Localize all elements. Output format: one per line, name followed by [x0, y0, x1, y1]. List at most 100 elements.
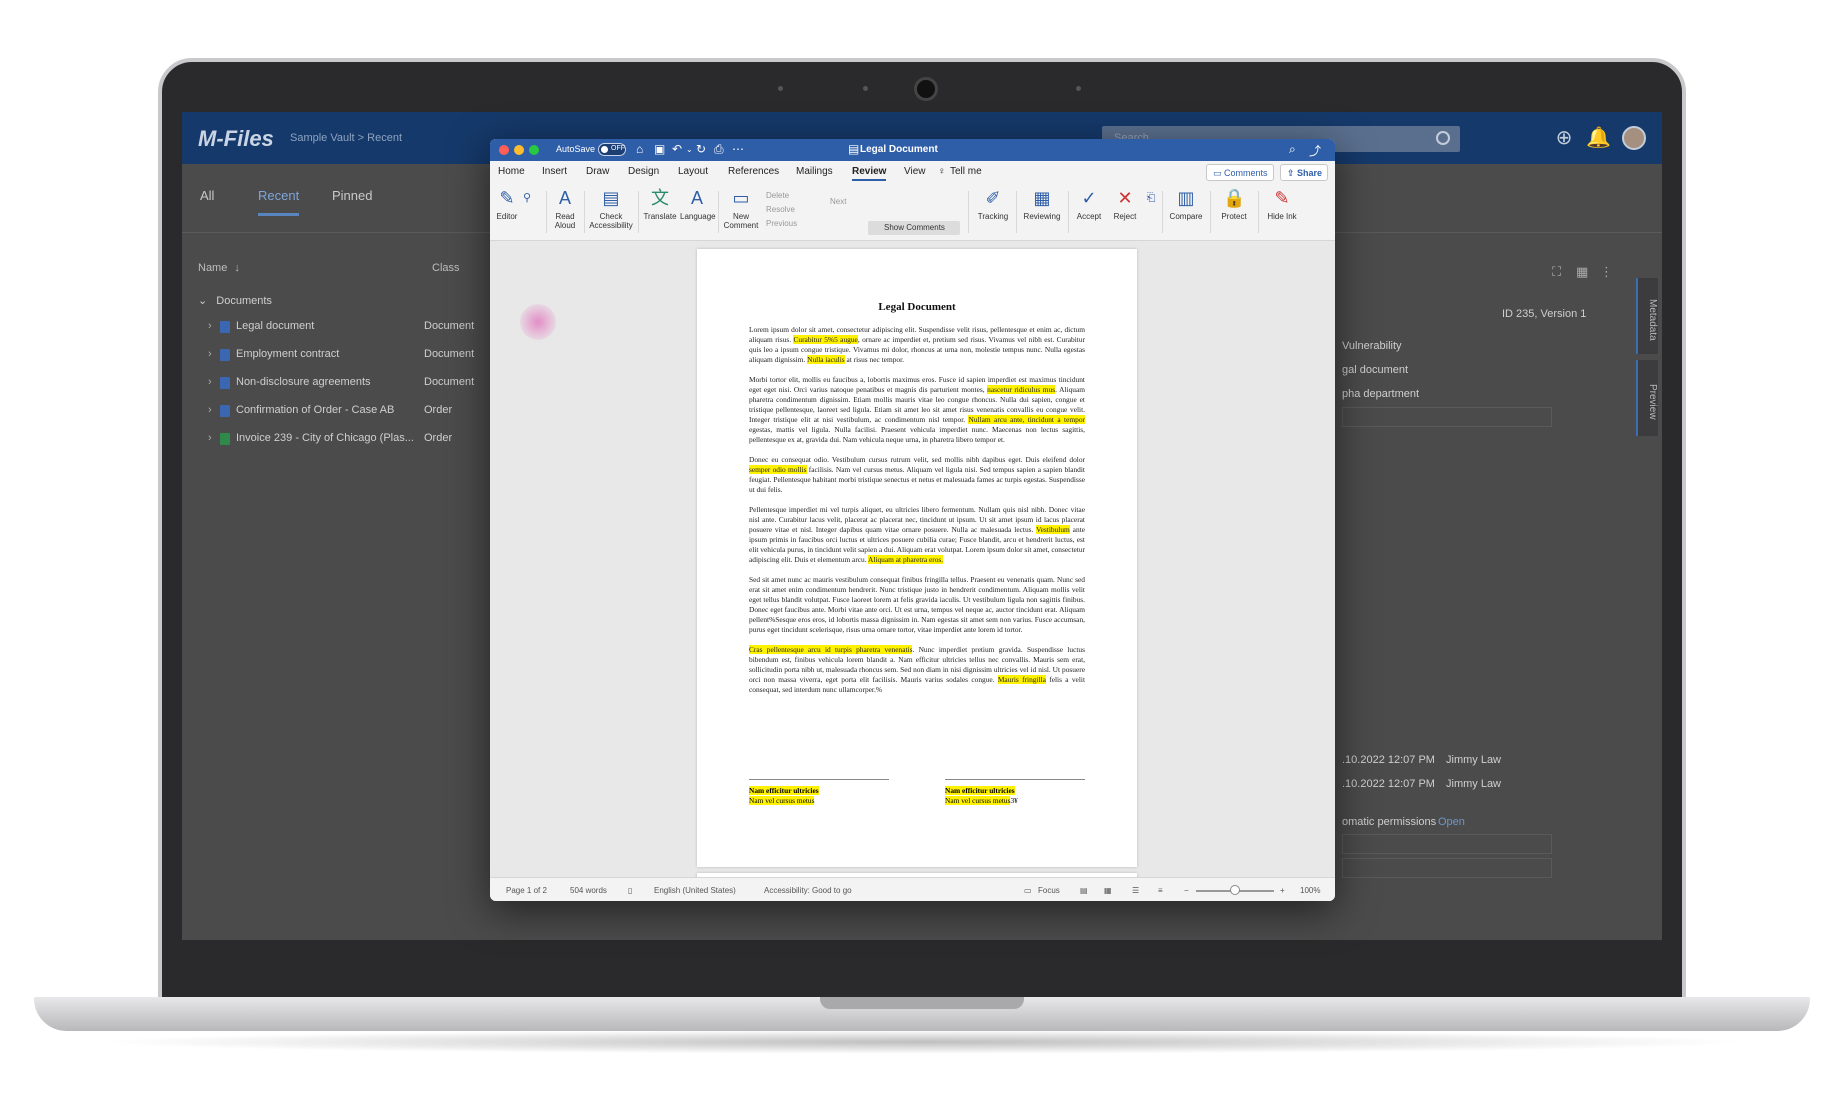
focus-icon[interactable]: ▭: [1024, 886, 1032, 895]
zoom-level[interactable]: 100%: [1300, 886, 1320, 895]
ribbon-separator: [968, 191, 969, 233]
search-icon[interactable]: [1436, 131, 1450, 145]
expand-icon[interactable]: ⛶: [1552, 264, 1561, 280]
id-version: ID 235, Version 1: [1502, 308, 1587, 320]
tab-all[interactable]: All: [200, 188, 214, 203]
save-icon[interactable]: ▣: [654, 142, 665, 156]
breadcrumb[interactable]: Sample Vault > Recent: [290, 132, 402, 144]
chevron-down-icon[interactable]: ⌄: [198, 295, 207, 307]
outline-icon[interactable]: ☰: [1132, 886, 1139, 895]
paragraph[interactable]: Donec eu consequat odio. Vestibulum curs…: [749, 455, 1085, 495]
property-field[interactable]: [1342, 407, 1552, 427]
autosave-toggle[interactable]: OFF: [598, 143, 626, 156]
reject-button[interactable]: ✕ Reject: [1108, 187, 1142, 221]
chevron-right-icon[interactable]: ›: [208, 320, 212, 332]
compare-button[interactable]: ▥ Compare: [1166, 187, 1206, 221]
tab-draw[interactable]: Draw: [586, 166, 609, 177]
tab-mailings[interactable]: Mailings: [796, 166, 833, 177]
open-link[interactable]: Open: [1438, 816, 1465, 828]
tab-home[interactable]: Home: [498, 166, 525, 177]
more-icon[interactable]: ⋯: [732, 142, 744, 156]
zoom-button[interactable]: [529, 145, 539, 155]
language-status[interactable]: English (United States): [654, 886, 736, 895]
home-icon[interactable]: ⌂: [636, 142, 643, 156]
column-class[interactable]: Class: [432, 262, 460, 274]
check-accessibility-button[interactable]: ▤ Check Accessibility: [588, 187, 634, 230]
focus-label[interactable]: Focus: [1038, 886, 1060, 895]
paragraph[interactable]: Cras pellentesque arcu id turpis pharetr…: [749, 645, 1085, 695]
chevron-right-icon[interactable]: ›: [208, 404, 212, 416]
share-button[interactable]: ⇪ Share: [1280, 164, 1328, 181]
chevron-right-icon[interactable]: ›: [208, 376, 212, 388]
avatar[interactable]: [1622, 126, 1646, 150]
next-comment-button[interactable]: Next: [830, 197, 846, 206]
reviewing-button[interactable]: ▦ Reviewing: [1020, 187, 1064, 221]
accessibility-status[interactable]: Accessibility: Good to go: [764, 886, 852, 895]
tab-pinned[interactable]: Pinned: [332, 188, 372, 203]
tab-review[interactable]: Review: [852, 166, 887, 181]
redo-icon[interactable]: ↻: [696, 142, 706, 156]
previous-comment-button[interactable]: Previous: [766, 219, 797, 228]
chevron-right-icon[interactable]: ›: [208, 432, 212, 444]
tell-me-search[interactable]: Tell me: [950, 166, 982, 177]
column-name[interactable]: Name: [198, 262, 227, 274]
zoom-out-icon[interactable]: −: [1184, 886, 1189, 895]
tab-view[interactable]: View: [904, 166, 926, 177]
delete-comment-button[interactable]: Delete: [766, 191, 789, 200]
document-canvas[interactable]: Legal Document Lorem ipsum dolor sit ame…: [490, 241, 1335, 877]
reviewing-label: Reviewing: [1023, 212, 1061, 221]
share-icon[interactable]: ⤴: [1309, 142, 1321, 159]
more-icon[interactable]: ⋮: [1600, 264, 1613, 280]
hide-ink-button[interactable]: ✎ Hide Ink: [1262, 187, 1302, 221]
paragraph[interactable]: Pellentesque imperdiet mi vel turpis ali…: [749, 505, 1085, 565]
property-value: pha department: [1342, 388, 1420, 400]
group-documents[interactable]: ⌄ Documents: [198, 294, 272, 307]
page-count[interactable]: Page 1 of 2: [506, 886, 547, 895]
tab-metadata[interactable]: Metadata: [1636, 278, 1658, 354]
comments-button[interactable]: ▭ Comments: [1206, 164, 1274, 181]
chevron-down-icon[interactable]: ⌄: [686, 145, 693, 154]
new-comment-button[interactable]: ▭ New Comment: [722, 187, 760, 230]
tab-insert[interactable]: Insert: [542, 166, 567, 177]
sort-arrow-icon[interactable]: ↓: [234, 262, 240, 274]
paragraph[interactable]: Sed sit amet nunc ac mauris vestibulum c…: [749, 575, 1085, 635]
layout-icon[interactable]: ▦: [1576, 264, 1588, 280]
property-field[interactable]: [1342, 858, 1552, 878]
tracking-button[interactable]: ✐ Tracking: [974, 187, 1012, 221]
proofing-icon[interactable]: ▯: [628, 886, 632, 895]
zoom-in-icon[interactable]: +: [1280, 886, 1285, 895]
translate-button[interactable]: 文 Translate: [642, 187, 678, 221]
zoom-slider-handle[interactable]: [1230, 885, 1240, 895]
read-aloud-button[interactable]: A Read Aloud: [550, 187, 580, 230]
print-layout-icon[interactable]: ▤: [1080, 886, 1088, 895]
print-icon[interactable]: ⎙: [714, 142, 724, 157]
paragraph[interactable]: Lorem ipsum dolor sit amet, consectetur …: [749, 325, 1085, 365]
chevron-right-icon[interactable]: ›: [208, 348, 212, 360]
show-comments-button[interactable]: Show Comments: [868, 221, 960, 235]
editor-button[interactable]: ✎ Editor: [496, 187, 518, 221]
protect-button[interactable]: 🔒 Protect: [1214, 187, 1254, 221]
resolve-comment-button[interactable]: Resolve: [766, 205, 795, 214]
previous-change-button[interactable]: ⎗: [1144, 187, 1158, 212]
language-button[interactable]: A Language: [680, 187, 716, 221]
tab-design[interactable]: Design: [628, 166, 659, 177]
add-icon[interactable]: ⊕: [1552, 126, 1576, 150]
web-layout-icon[interactable]: ▦: [1104, 886, 1112, 895]
search-icon[interactable]: ⌕: [1289, 142, 1296, 157]
document-page[interactable]: Legal Document Lorem ipsum dolor sit ame…: [697, 249, 1137, 867]
property-field[interactable]: [1342, 834, 1552, 854]
paragraph[interactable]: Morbi tortor elit, mollis eu faucibus a,…: [749, 375, 1085, 445]
language-label: Language: [680, 212, 716, 221]
tab-references[interactable]: References: [728, 166, 779, 177]
bell-icon[interactable]: 🔔: [1586, 126, 1611, 150]
tab-recent[interactable]: Recent: [258, 188, 300, 216]
undo-icon[interactable]: ↶: [672, 142, 682, 156]
draft-icon[interactable]: ≡: [1158, 886, 1163, 895]
close-button[interactable]: [499, 145, 509, 155]
tab-layout[interactable]: Layout: [678, 166, 708, 177]
accept-button[interactable]: ✓ Accept: [1072, 187, 1106, 221]
tab-preview[interactable]: Preview: [1636, 360, 1658, 436]
minimize-button[interactable]: [514, 145, 524, 155]
word-count[interactable]: 504 words: [570, 886, 607, 895]
spelling-button[interactable]: ⚲: [520, 187, 534, 212]
